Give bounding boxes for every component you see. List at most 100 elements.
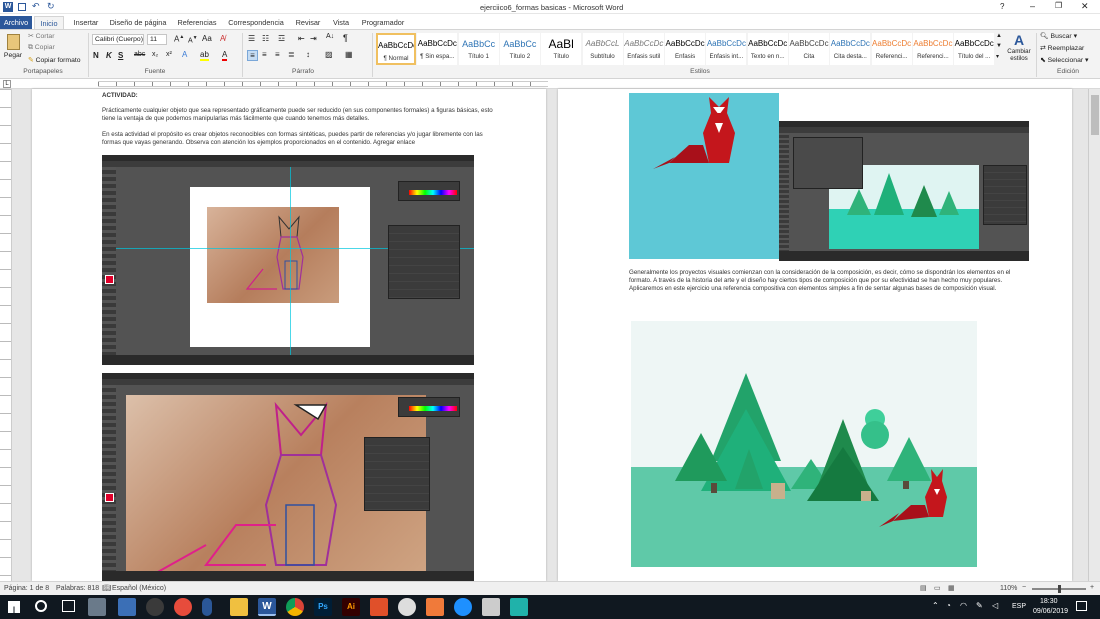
- vertical-ruler[interactable]: [0, 89, 12, 581]
- text-effects-icon[interactable]: A: [182, 50, 187, 59]
- increase-indent-icon[interactable]: ⇥: [310, 34, 317, 43]
- align-right-icon[interactable]: ≡: [275, 50, 280, 59]
- illustrator-icon[interactable]: Ai: [342, 598, 360, 616]
- style-item[interactable]: AaBbCcL Subtítulo: [582, 33, 623, 65]
- line-spacing-icon[interactable]: ↕: [306, 50, 310, 59]
- app-icon-3[interactable]: [146, 598, 164, 616]
- multilevel-list-icon[interactable]: ☲: [278, 34, 285, 43]
- change-styles-button[interactable]: A Cambiar estilos: [1004, 32, 1034, 62]
- zoom-slider-thumb[interactable]: [1058, 585, 1061, 593]
- style-item[interactable]: AaBbCcDc Énfasis: [665, 33, 706, 65]
- style-item[interactable]: AaBbCcDc Título del ...: [954, 33, 995, 65]
- tab-programador[interactable]: Programador: [360, 16, 406, 29]
- tab-archivo[interactable]: Archivo: [0, 16, 32, 29]
- styles-more-icon[interactable]: ▾: [996, 53, 999, 60]
- highlight-icon[interactable]: ab: [200, 50, 209, 61]
- volume-icon[interactable]: ◁: [992, 601, 998, 610]
- clear-format-icon[interactable]: A̸: [220, 34, 225, 43]
- pen-icon[interactable]: ✎: [976, 601, 983, 610]
- vertical-scrollbar[interactable]: [1088, 89, 1100, 581]
- app-icon-6[interactable]: [398, 598, 416, 616]
- read-mode-icon[interactable]: ▭: [934, 584, 941, 592]
- style-item[interactable]: AaBbCcDc Énfasis int...: [706, 33, 747, 65]
- app-icon-4[interactable]: [174, 598, 192, 616]
- save-icon[interactable]: [18, 3, 26, 11]
- tab-vista[interactable]: Vista: [328, 16, 354, 29]
- proofing-icon[interactable]: 📖︎: [102, 584, 111, 592]
- undo-icon[interactable]: ↶: [32, 1, 40, 12]
- borders-icon[interactable]: ▦: [345, 50, 353, 59]
- cut-button[interactable]: ✂ Cortar: [28, 32, 54, 40]
- tab-selector-icon[interactable]: L: [3, 80, 11, 88]
- change-case-icon[interactable]: Aa: [202, 34, 212, 43]
- tab-correspondencia[interactable]: Correspondencia: [226, 16, 286, 29]
- clock-date[interactable]: 09/06/2019: [1033, 608, 1068, 615]
- zoom-slider[interactable]: [1032, 585, 1086, 593]
- redo-icon[interactable]: ↻: [47, 1, 55, 12]
- chrome-icon[interactable]: [286, 598, 304, 616]
- notifications-icon[interactable]: [1076, 601, 1087, 611]
- app-icon-2[interactable]: [118, 598, 136, 616]
- replace-button[interactable]: ⇄ Reemplazar: [1040, 44, 1084, 52]
- decrease-indent-icon[interactable]: ⇤: [298, 34, 305, 43]
- copy-button[interactable]: ⧉ Copiar: [28, 44, 55, 52]
- strikethrough-icon[interactable]: abc: [134, 51, 145, 58]
- tab-revisar[interactable]: Revisar: [292, 16, 324, 29]
- style-item[interactable]: AaBbCcDc Texto en n...: [747, 33, 788, 65]
- app-icon-8[interactable]: [454, 598, 472, 616]
- style-item[interactable]: AaBbCcDc ¶ Sin espa...: [417, 33, 458, 65]
- style-item[interactable]: AaBl Título: [541, 33, 582, 65]
- help-button[interactable]: ?: [1000, 2, 1004, 11]
- print-layout-icon[interactable]: ▤: [920, 584, 927, 592]
- input-language[interactable]: ESP: [1012, 603, 1026, 610]
- style-item[interactable]: AaBbCcDc Referenci...: [871, 33, 912, 65]
- windows-start-icon[interactable]: [8, 601, 20, 613]
- app-icon-5[interactable]: [370, 598, 388, 616]
- file-explorer-icon[interactable]: [230, 598, 248, 616]
- align-left-icon[interactable]: ≡: [247, 50, 258, 61]
- app-icon-1[interactable]: [88, 598, 106, 616]
- clock-time[interactable]: 18:30: [1040, 598, 1058, 605]
- subscript-icon[interactable]: x₂: [152, 51, 158, 58]
- wifi-icon[interactable]: ◠: [960, 601, 967, 610]
- grow-font-icon[interactable]: A▲: [174, 34, 184, 44]
- align-center-icon[interactable]: ≡: [262, 50, 267, 59]
- justify-icon[interactable]: ≣: [288, 50, 295, 59]
- sort-icon[interactable]: A↓: [326, 33, 334, 40]
- word-app-icon[interactable]: W: [258, 598, 276, 616]
- style-item[interactable]: AaBbCcDc Cita: [789, 33, 829, 65]
- page-1[interactable]: ACTIVIDAD: Prácticamente cualquier objet…: [32, 89, 546, 581]
- superscript-icon[interactable]: x²: [166, 51, 172, 58]
- tab-inicio[interactable]: Inicio: [34, 16, 64, 29]
- style-item[interactable]: AaBbCcDc ¶ Normal: [376, 33, 416, 65]
- style-item[interactable]: AaBbCcDc Énfasis sutil: [623, 33, 664, 65]
- style-item[interactable]: AaBbCcDc Cita desta...: [830, 33, 871, 65]
- zoom-in-icon[interactable]: +: [1090, 584, 1094, 591]
- style-item[interactable]: AaBbCc Título 2: [499, 33, 540, 65]
- paste-button[interactable]: Pegar: [3, 32, 23, 66]
- maximize-button[interactable]: ❐: [1055, 1, 1062, 10]
- minimize-button[interactable]: –: [1030, 1, 1035, 11]
- style-item[interactable]: AaBbCc Título 1: [458, 33, 499, 65]
- microphone-icon[interactable]: [202, 598, 212, 616]
- bold-icon[interactable]: N: [93, 51, 99, 60]
- close-button[interactable]: ✕: [1081, 1, 1089, 12]
- format-painter-button[interactable]: ✎ Copiar formato: [28, 56, 81, 64]
- photoshop-icon[interactable]: Ps: [314, 598, 332, 616]
- web-layout-icon[interactable]: ▦: [948, 584, 955, 592]
- horizontal-ruler[interactable]: L: [0, 79, 1100, 89]
- app-icon-9[interactable]: [482, 598, 500, 616]
- underline-icon[interactable]: S: [118, 51, 123, 60]
- tab-referencias[interactable]: Referencias: [174, 16, 220, 29]
- app-icon-7[interactable]: [426, 598, 444, 616]
- scrollbar-thumb[interactable]: [1091, 95, 1099, 135]
- shrink-font-icon[interactable]: A▼: [188, 35, 198, 44]
- select-button[interactable]: ⬉ Seleccionar ▾: [1040, 56, 1088, 64]
- word-count[interactable]: Palabras: 818: [56, 585, 99, 592]
- bullets-icon[interactable]: ☰: [248, 34, 255, 43]
- styles-scroll-down-icon[interactable]: ▼: [996, 43, 1002, 49]
- network-icon[interactable]: ◔: [946, 601, 951, 610]
- style-item[interactable]: AaBbCcDc Referenci...: [912, 33, 953, 65]
- tab-diseno[interactable]: Diseño de página: [108, 16, 168, 29]
- styles-scroll-up-icon[interactable]: ▲: [996, 33, 1002, 39]
